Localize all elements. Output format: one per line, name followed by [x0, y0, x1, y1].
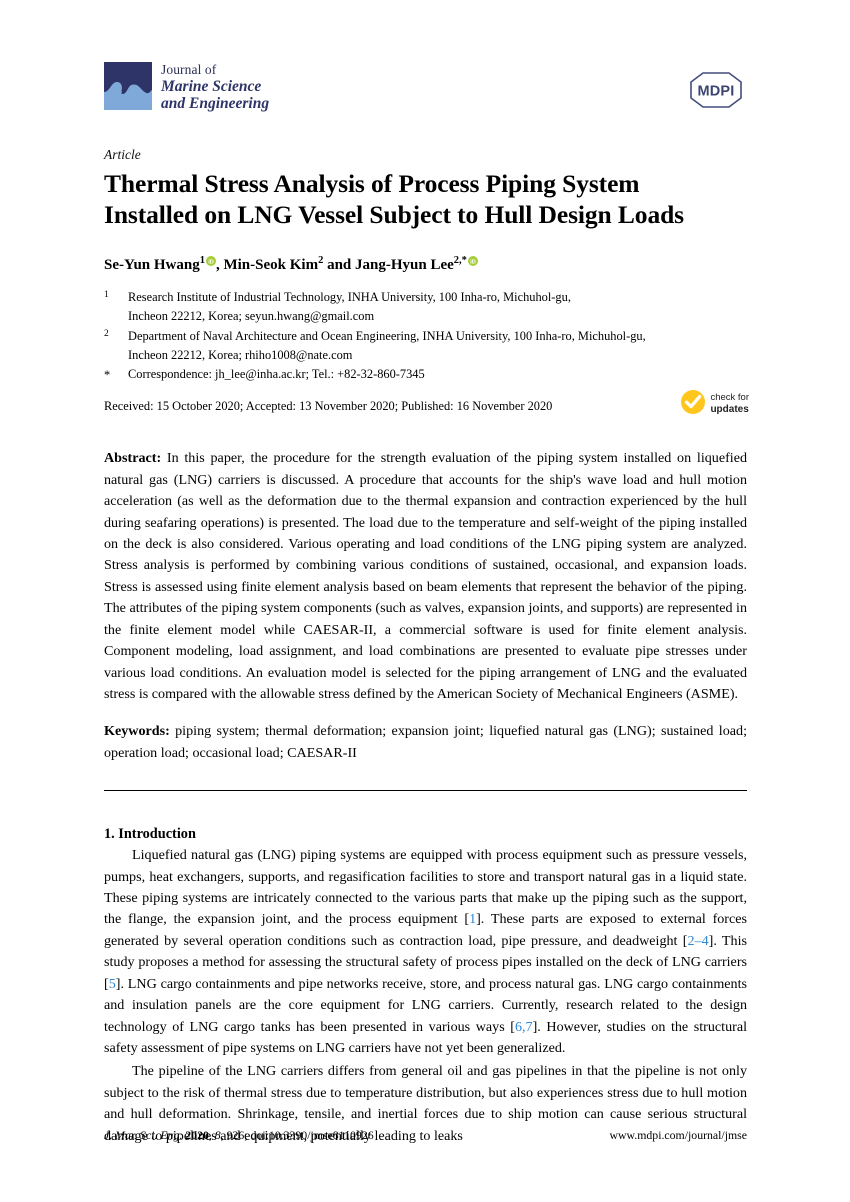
page-content: Journal of Marine Science and Engineerin…	[104, 0, 749, 1147]
publication-dates-row: Received: 15 October 2020; Accepted: 13 …	[104, 390, 749, 433]
orcid-id-icon[interactable]: iD	[467, 252, 478, 267]
publication-dates: Received: 15 October 2020; Accepted: 13 …	[104, 399, 553, 414]
abstract-paragraph: Abstract: In this paper, the procedure f…	[104, 448, 747, 705]
footer-year: 2020	[185, 1128, 209, 1142]
journal-title-line-2: and Engineering	[161, 95, 270, 113]
check-for-updates-icon	[680, 389, 706, 419]
footer-volume: 8	[214, 1128, 221, 1142]
journal-branding: Journal of Marine Science and Engineerin…	[104, 62, 269, 113]
paper-page: Journal of Marine Science and Engineerin…	[0, 0, 850, 1202]
intro-paragraph-1: Liquefied natural gas (LNG) piping syste…	[104, 845, 747, 1059]
svg-text:iD: iD	[208, 259, 214, 265]
author-affil-mark-3: 2,*	[453, 255, 467, 267]
paper-title-line-1: Thermal Stress Analysis of Process Pipin…	[104, 169, 640, 198]
svg-text:iD: iD	[470, 259, 476, 265]
footer-journal-url[interactable]: www.mdpi.com/journal/jmse	[609, 1128, 747, 1143]
footer-article-number: 926	[226, 1128, 245, 1142]
updates-label: updates	[710, 403, 749, 415]
footer-doi: doi:10.3390/jmse8110926	[250, 1128, 374, 1142]
affiliation-item: 2 Department of Naval Architecture and O…	[104, 327, 747, 365]
wave-logo-icon	[104, 62, 152, 110]
affiliation-line: Research Institute of Industrial Technol…	[128, 290, 571, 305]
keywords-label: Keywords:	[104, 723, 170, 740]
article-type-label: Article	[104, 147, 141, 162]
affiliation-mark: 2	[104, 328, 109, 339]
svg-text:MDPI: MDPI	[697, 84, 734, 100]
abstract-text: In this paper, the procedure for the str…	[104, 450, 747, 702]
citation-link-3[interactable]: 5	[109, 976, 116, 992]
citation-link-2[interactable]: 2–4	[688, 933, 709, 949]
section-heading-introduction: 1. Introduction	[104, 826, 196, 843]
author-list: Se-Yun Hwang1 iD, Min-Seok Kim2 and Jang-…	[104, 252, 747, 276]
affiliation-line: Department of Naval Architecture and Oce…	[128, 328, 646, 343]
check-for-updates-badge[interactable]: check for updates	[680, 389, 749, 419]
page-title: Thermal Stress Analysis of Process Pipin…	[104, 169, 747, 230]
masthead: Journal of Marine Science and Engineerin…	[104, 62, 747, 124]
page-footer: J. Mar. Sci. Eng. 2020, 8, 926; doi:10.3…	[104, 1128, 747, 1143]
author-name-1: Se-Yun Hwang	[104, 257, 200, 274]
affiliation-text: Department of Naval Architecture and Oce…	[128, 327, 747, 365]
correspondence-mark: *	[104, 368, 111, 383]
journal-of-label: Journal of	[161, 62, 217, 77]
author-name-3: Jang-Hyun Lee	[355, 257, 454, 274]
affiliation-item: 1 Research Institute of Industrial Techn…	[104, 288, 747, 326]
affiliation-line: Incheon 22212, Korea; seyun.hwang@gmail.…	[128, 309, 375, 324]
author-name-2: Min-Seok Kim	[223, 257, 319, 274]
correspondence-text: Correspondence: jh_lee@inha.ac.kr; Tel.:…	[128, 367, 425, 382]
affiliation-line: Incheon 22212, Korea; rhiho1008@nate.com	[128, 347, 353, 362]
keywords-text: piping system; thermal deformation; expa…	[104, 723, 747, 761]
section-divider	[104, 790, 747, 792]
check-for-label: check for	[710, 392, 749, 404]
keywords-paragraph: Keywords: piping system; thermal deforma…	[104, 721, 747, 764]
affiliation-mark: 1	[104, 290, 109, 301]
footer-journal-abbrev: J. Mar. Sci. Eng.	[104, 1128, 183, 1142]
journal-name-block: Journal of Marine Science and Engineerin…	[161, 62, 269, 113]
paper-title-line-2: Installed on LNG Vessel Subject to Hull …	[104, 199, 684, 229]
citation-link-4[interactable]: 6,7	[515, 1019, 533, 1035]
orcid-id-icon[interactable]: iD	[205, 252, 216, 267]
footer-citation: J. Mar. Sci. Eng. 2020, 8, 926; doi:10.3…	[104, 1128, 374, 1142]
journal-title-line-1: Marine Science	[161, 77, 262, 95]
check-for-updates-text: check for updates	[710, 392, 749, 415]
abstract-label: Abstract:	[104, 450, 162, 467]
affiliation-list: 1 Research Institute of Industrial Techn…	[104, 288, 747, 385]
correspondence-item: * Correspondence: jh_lee@inha.ac.kr; Tel…	[104, 365, 747, 385]
affiliation-text: Research Institute of Industrial Technol…	[128, 288, 747, 326]
author-separator-2: and	[323, 257, 356, 274]
mdpi-logo: MDPI	[685, 70, 747, 110]
author-affil-mark-1: 1	[199, 255, 205, 267]
